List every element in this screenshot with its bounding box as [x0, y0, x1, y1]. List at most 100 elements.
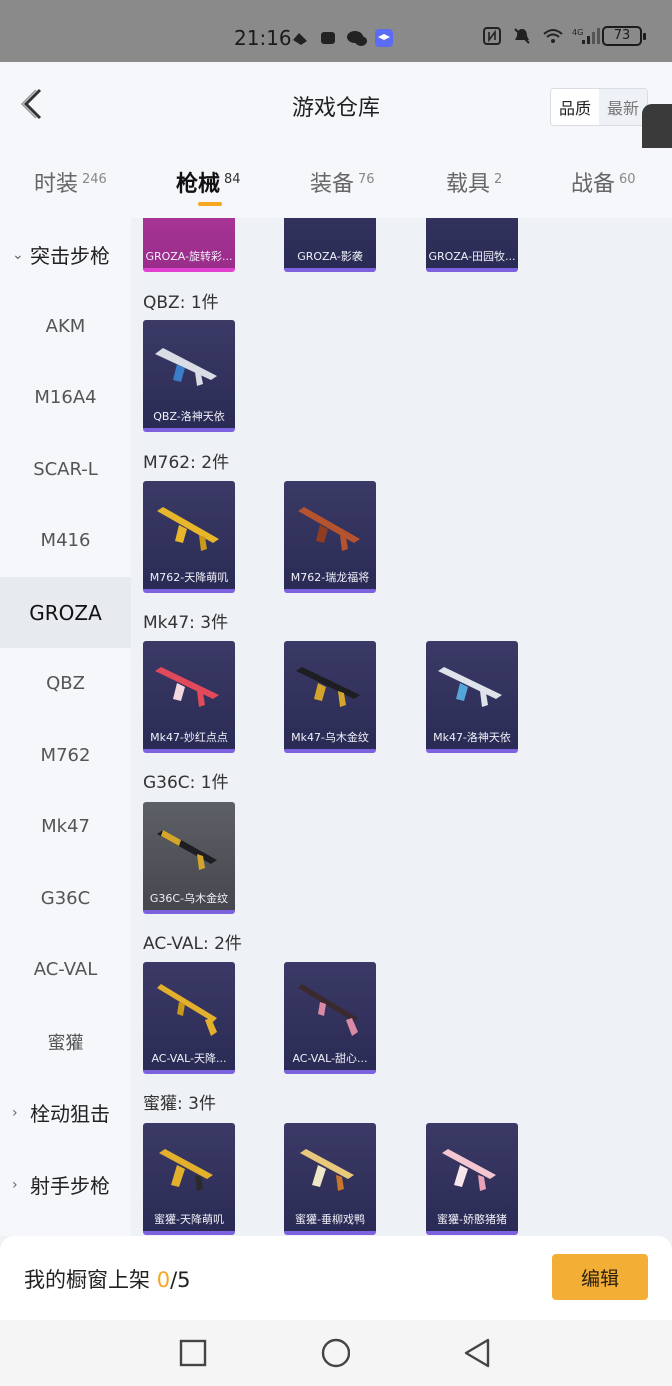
game-notification-icon	[318, 28, 338, 48]
skin-card[interactable]: AC-VAL-甜心...	[284, 962, 376, 1074]
showcase-status: 我的橱窗上架 0/5	[24, 1268, 191, 1292]
group-title-honey-badger: 蜜獾: 3件	[143, 1094, 216, 1114]
status-bar: 21:16 4G 73	[0, 0, 672, 62]
weapon-skin-list: GROZA-旋转彩... GROZA-影袭 GROZA-田园牧... QBZ: …	[131, 218, 672, 1236]
skin-name: GROZA-田园牧...	[428, 250, 516, 263]
skin-card[interactable]: GROZA-旋转彩...	[143, 218, 235, 272]
mute-icon	[512, 26, 532, 46]
sidebar-item-scar-l[interactable]: SCAR-L	[0, 434, 131, 505]
rifle-icon	[155, 667, 219, 707]
skin-name: 蜜獾-娇憨猪猪	[437, 1213, 507, 1226]
skin-name: M762-瑞龙福将	[290, 571, 370, 584]
showcase-bar: 我的橱窗上架 0/5 编辑	[0, 1236, 672, 1320]
rifle-icon	[298, 984, 358, 1036]
wechat-icon	[346, 28, 367, 48]
rifle-icon	[442, 1149, 496, 1191]
sidebar-category-assault[interactable]: ⌄ 突击步枪	[0, 219, 131, 290]
skin-name: Mk47-乌木金纹	[291, 731, 369, 744]
sidebar-item-m762[interactable]: M762	[0, 720, 131, 791]
skin-card[interactable]: GROZA-田园牧...	[426, 218, 518, 272]
skin-card[interactable]: Mk47-妙红点点	[143, 641, 235, 753]
skin-name: Mk47-妙红点点	[150, 731, 228, 744]
app-notification-icon	[290, 28, 310, 48]
signal-icon: 4G	[572, 26, 600, 46]
group-title-qbz: QBZ: 1件	[143, 293, 219, 313]
rifle-icon	[155, 348, 217, 386]
circle-icon	[321, 1338, 350, 1368]
sort-quality-button[interactable]: 品质	[550, 89, 599, 125]
skin-name: M762-天降萌叽	[149, 571, 229, 584]
chevron-right-icon: ›	[12, 1176, 18, 1193]
square-icon	[179, 1339, 207, 1367]
category-tabs: 时装 246 枪械 84 装备 76 载具 2 战备 60	[0, 148, 672, 218]
edit-button[interactable]: 编辑	[552, 1254, 648, 1300]
wifi-icon	[542, 26, 563, 46]
nfc-icon	[482, 26, 502, 46]
sidebar-item-m416[interactable]: M416	[0, 505, 131, 576]
skin-card[interactable]: AC-VAL-天降...	[143, 962, 235, 1074]
tab-vehicles[interactable]: 载具 2	[446, 166, 502, 198]
rifle-icon	[157, 830, 217, 870]
skin-name: AC-VAL-天降...	[151, 1052, 227, 1065]
system-back-button[interactable]	[462, 1338, 492, 1368]
sidebar-item-ac-val[interactable]: AC-VAL	[0, 934, 131, 1005]
group-title-ac-val: AC-VAL: 2件	[143, 934, 242, 954]
sidebar-item-g36c[interactable]: G36C	[0, 863, 131, 934]
sort-toggle: 品质 最新	[549, 88, 648, 126]
skin-name: 蜜獾-垂柳戏鸭	[295, 1213, 365, 1226]
sidebar-category-marksman[interactable]: › 射手步枪	[0, 1149, 131, 1220]
skin-card[interactable]: QBZ-洛神天依	[143, 320, 235, 432]
system-nav-bar	[0, 1320, 672, 1386]
tab-gear[interactable]: 战备 60	[571, 166, 636, 198]
skin-name: AC-VAL-甜心...	[292, 1052, 368, 1065]
skin-card[interactable]: M762-瑞龙福将	[284, 481, 376, 593]
skin-card[interactable]: Mk47-洛神天依	[426, 641, 518, 753]
sidebar-category-bolt-action[interactable]: › 栓动狙击	[0, 1077, 131, 1148]
skin-card[interactable]: 蜜獾-娇憨猪猪	[426, 1123, 518, 1235]
sidebar-item-akm[interactable]: AKM	[0, 291, 131, 362]
home-button[interactable]	[320, 1338, 350, 1368]
tab-equipment[interactable]: 装备 76	[310, 166, 375, 198]
group-title-m762: M762: 2件	[143, 453, 230, 473]
clock: 21:16	[234, 26, 292, 50]
sidebar-item-mk47[interactable]: Mk47	[0, 791, 131, 862]
tab-fashion[interactable]: 时装 246	[34, 166, 107, 198]
sidebar-item-m16a4[interactable]: M16A4	[0, 362, 131, 433]
rifle-icon	[157, 507, 219, 551]
rifle-icon	[157, 984, 217, 1036]
skin-name: G36C-乌木金纹	[149, 892, 229, 905]
skin-name: Mk47-洛神天依	[433, 731, 511, 744]
chevron-down-icon: ⌄	[12, 246, 24, 263]
sort-latest-button[interactable]: 最新	[598, 89, 647, 125]
skin-name: 蜜獾-天降萌叽	[154, 1213, 224, 1226]
showcase-count: 0	[156, 1268, 171, 1292]
triangle-back-icon	[464, 1338, 490, 1368]
chevron-right-icon: ›	[12, 1104, 18, 1121]
tab-firearms[interactable]: 枪械 84	[176, 166, 241, 198]
skin-card[interactable]: GROZA-影袭	[284, 218, 376, 272]
rifle-icon	[159, 1149, 213, 1191]
weapon-sidebar: ⌄ 突击步枪 AKM M16A4 SCAR-L M416 GROZA QBZ M7…	[0, 218, 131, 1236]
rifle-icon	[300, 1149, 354, 1191]
skin-card[interactable]: M762-天降萌叽	[143, 481, 235, 593]
svg-text:4G: 4G	[572, 28, 583, 37]
skin-name: GROZA-旋转彩...	[145, 250, 233, 263]
group-title-mk47: Mk47: 3件	[143, 613, 229, 633]
recent-apps-button[interactable]	[178, 1338, 208, 1368]
skin-card[interactable]: 蜜獾-天降萌叽	[143, 1123, 235, 1235]
skin-name: GROZA-影袭	[297, 250, 363, 263]
sidebar-item-qbz[interactable]: QBZ	[0, 648, 131, 719]
skin-card[interactable]: 蜜獾-垂柳戏鸭	[284, 1123, 376, 1235]
active-tab-indicator	[198, 202, 222, 206]
sidebar-item-honey-badger[interactable]: 蜜獾	[0, 1006, 131, 1077]
skin-card[interactable]: Mk47-乌木金纹	[284, 641, 376, 753]
rifle-icon	[298, 507, 360, 551]
rifle-icon	[296, 667, 360, 707]
skin-name: QBZ-洛神天依	[153, 410, 225, 423]
app-header: 游戏仓库 品质 最新	[0, 62, 672, 148]
education-app-icon	[374, 28, 394, 48]
skin-card[interactable]: G36C-乌木金纹	[143, 802, 235, 914]
sidebar-item-groza[interactable]: GROZA	[0, 577, 131, 648]
battery-indicator: 73	[602, 26, 646, 46]
group-title-g36c: G36C: 1件	[143, 773, 229, 793]
